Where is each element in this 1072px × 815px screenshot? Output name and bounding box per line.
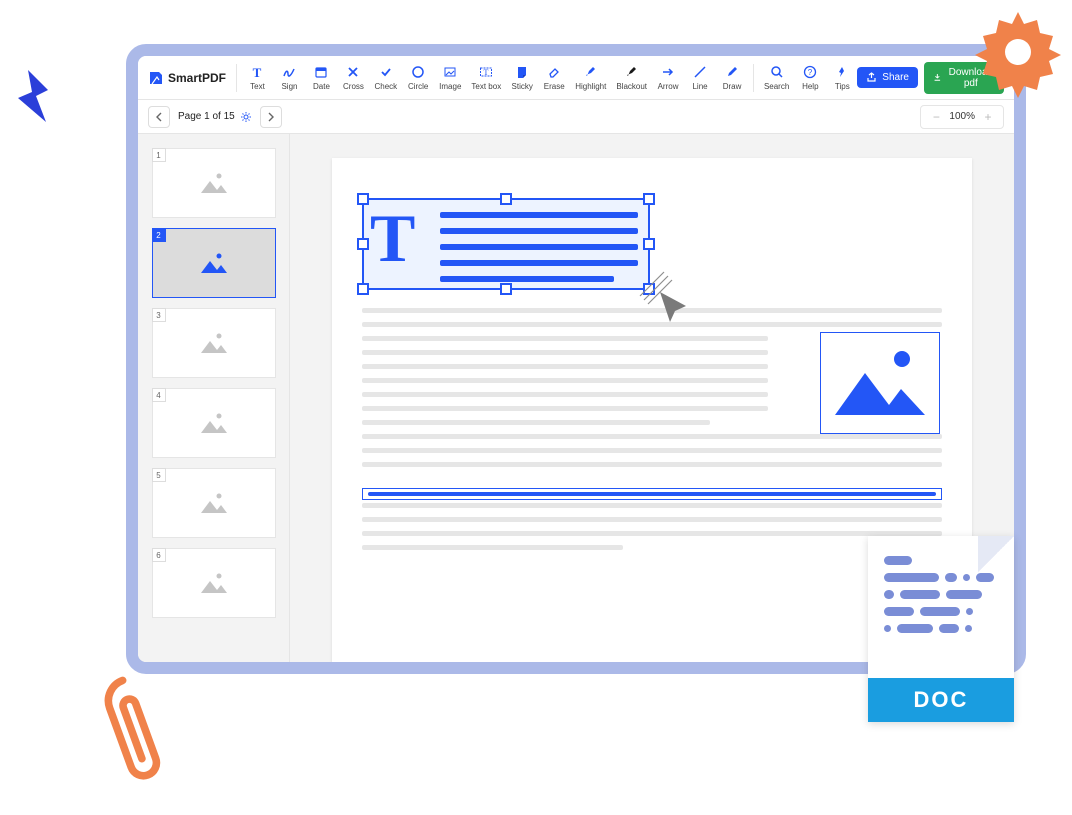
share-icon <box>866 72 877 83</box>
main-toolbar: SmartPDF TText Sign Date Cross Check Cir… <box>138 56 1014 100</box>
zoom-value: 100% <box>949 111 975 122</box>
image-placeholder-icon <box>199 251 229 275</box>
doc-file-badge: DOC <box>868 536 1014 722</box>
resize-handle[interactable] <box>357 238 369 250</box>
svg-text:T: T <box>253 65 262 79</box>
draw-tool[interactable]: Draw <box>717 62 747 93</box>
brand-logo: SmartPDF <box>148 70 230 86</box>
check-tool[interactable]: Check <box>370 62 401 93</box>
blackout-tool[interactable]: Blackout <box>612 62 651 93</box>
image-placeholder-icon <box>199 411 229 435</box>
image-placeholder-icon <box>199 331 229 355</box>
zoom-out-button[interactable]: − <box>927 108 945 126</box>
resize-handle[interactable] <box>357 283 369 295</box>
text-lines-placeholder <box>440 212 638 282</box>
sticky-tool[interactable]: Sticky <box>507 62 537 93</box>
sub-toolbar: Page 1 of 15 − 100% + <box>138 100 1014 134</box>
pencil-icon <box>724 64 740 80</box>
decoration-lightning-icon <box>8 68 56 128</box>
arrow-tool[interactable]: Arrow <box>653 62 683 93</box>
download-icon <box>933 72 942 83</box>
mouse-cursor-icon <box>656 288 700 332</box>
image-icon <box>442 64 458 80</box>
cross-icon <box>345 64 361 80</box>
chevron-left-icon <box>155 112 163 122</box>
image-placeholder[interactable] <box>820 332 940 434</box>
page-thumbnail[interactable]: 4 <box>152 388 276 458</box>
share-button[interactable]: Share <box>857 67 918 88</box>
date-tool[interactable]: Date <box>306 62 336 93</box>
doc-file-label: DOC <box>868 678 1014 722</box>
page-thumbnail[interactable]: 5 <box>152 468 276 538</box>
text-tool[interactable]: TText <box>242 62 272 93</box>
image-placeholder-icon <box>199 171 229 195</box>
text-icon: T <box>249 64 265 80</box>
tips-tool[interactable]: Tips <box>827 62 857 93</box>
arrow-icon <box>660 64 676 80</box>
editing-tools-group: TText Sign Date Cross Check Circle Image… <box>242 62 747 93</box>
line-tool[interactable]: Line <box>685 62 715 93</box>
cross-tool[interactable]: Cross <box>338 62 368 93</box>
svg-text:?: ? <box>808 68 813 77</box>
selected-text-box[interactable]: T <box>362 198 650 290</box>
resize-handle[interactable] <box>357 193 369 205</box>
highlighted-line[interactable] <box>362 488 942 500</box>
sign-tool[interactable]: Sign <box>274 62 304 93</box>
toolbar-separator <box>236 64 237 92</box>
textbox-tool[interactable]: TText box <box>467 62 505 93</box>
help-tools-group: Search ?Help Tips <box>760 62 857 93</box>
page-indicator: Page 1 of 15 <box>178 111 252 123</box>
doc-lines-icon <box>884 556 998 633</box>
drop-cap-icon: T <box>370 204 415 272</box>
image-placeholder-icon <box>199 491 229 515</box>
resize-handle[interactable] <box>500 193 512 205</box>
blackout-icon <box>624 64 640 80</box>
resize-handle[interactable] <box>500 283 512 295</box>
erase-tool[interactable]: Erase <box>539 62 569 93</box>
line-icon <box>692 64 708 80</box>
toolbar-separator <box>753 64 754 92</box>
help-icon: ? <box>802 64 818 80</box>
search-tool[interactable]: Search <box>760 62 793 93</box>
resize-handle[interactable] <box>643 238 655 250</box>
chevron-right-icon <box>267 112 275 122</box>
decoration-gear-icon <box>968 2 1068 102</box>
help-tool[interactable]: ?Help <box>795 62 825 93</box>
page-settings-icon[interactable] <box>240 111 252 123</box>
image-tool[interactable]: Image <box>435 62 465 93</box>
next-page-button[interactable] <box>260 106 282 128</box>
eraser-icon <box>546 64 562 80</box>
signature-icon <box>281 64 297 80</box>
calendar-icon <box>313 64 329 80</box>
circle-tool[interactable]: Circle <box>403 62 433 93</box>
circle-icon <box>410 64 426 80</box>
mountain-image-icon <box>830 343 930 423</box>
decoration-paperclip-icon <box>57 655 205 815</box>
zoom-in-button[interactable]: + <box>979 108 997 126</box>
highlight-tool[interactable]: Highlight <box>571 62 610 93</box>
search-icon <box>769 64 785 80</box>
page-thumbnail[interactable]: 2 <box>152 228 276 298</box>
textbox-icon: T <box>478 64 494 80</box>
prev-page-button[interactable] <box>148 106 170 128</box>
sticky-note-icon <box>514 64 530 80</box>
svg-text:T: T <box>484 68 489 77</box>
brand-name: SmartPDF <box>168 71 226 85</box>
page-thumbnail[interactable]: 3 <box>152 308 276 378</box>
page-thumbnail[interactable]: 1 <box>152 148 276 218</box>
page-thumbnails-sidebar: 1 2 3 4 5 6 <box>138 134 290 662</box>
image-placeholder-icon <box>199 571 229 595</box>
zoom-control: − 100% + <box>920 105 1004 129</box>
page-thumbnail[interactable]: 6 <box>152 548 276 618</box>
check-icon <box>378 64 394 80</box>
highlighter-icon <box>583 64 599 80</box>
tips-icon <box>834 64 850 80</box>
resize-handle[interactable] <box>643 193 655 205</box>
brand-icon <box>148 70 164 86</box>
